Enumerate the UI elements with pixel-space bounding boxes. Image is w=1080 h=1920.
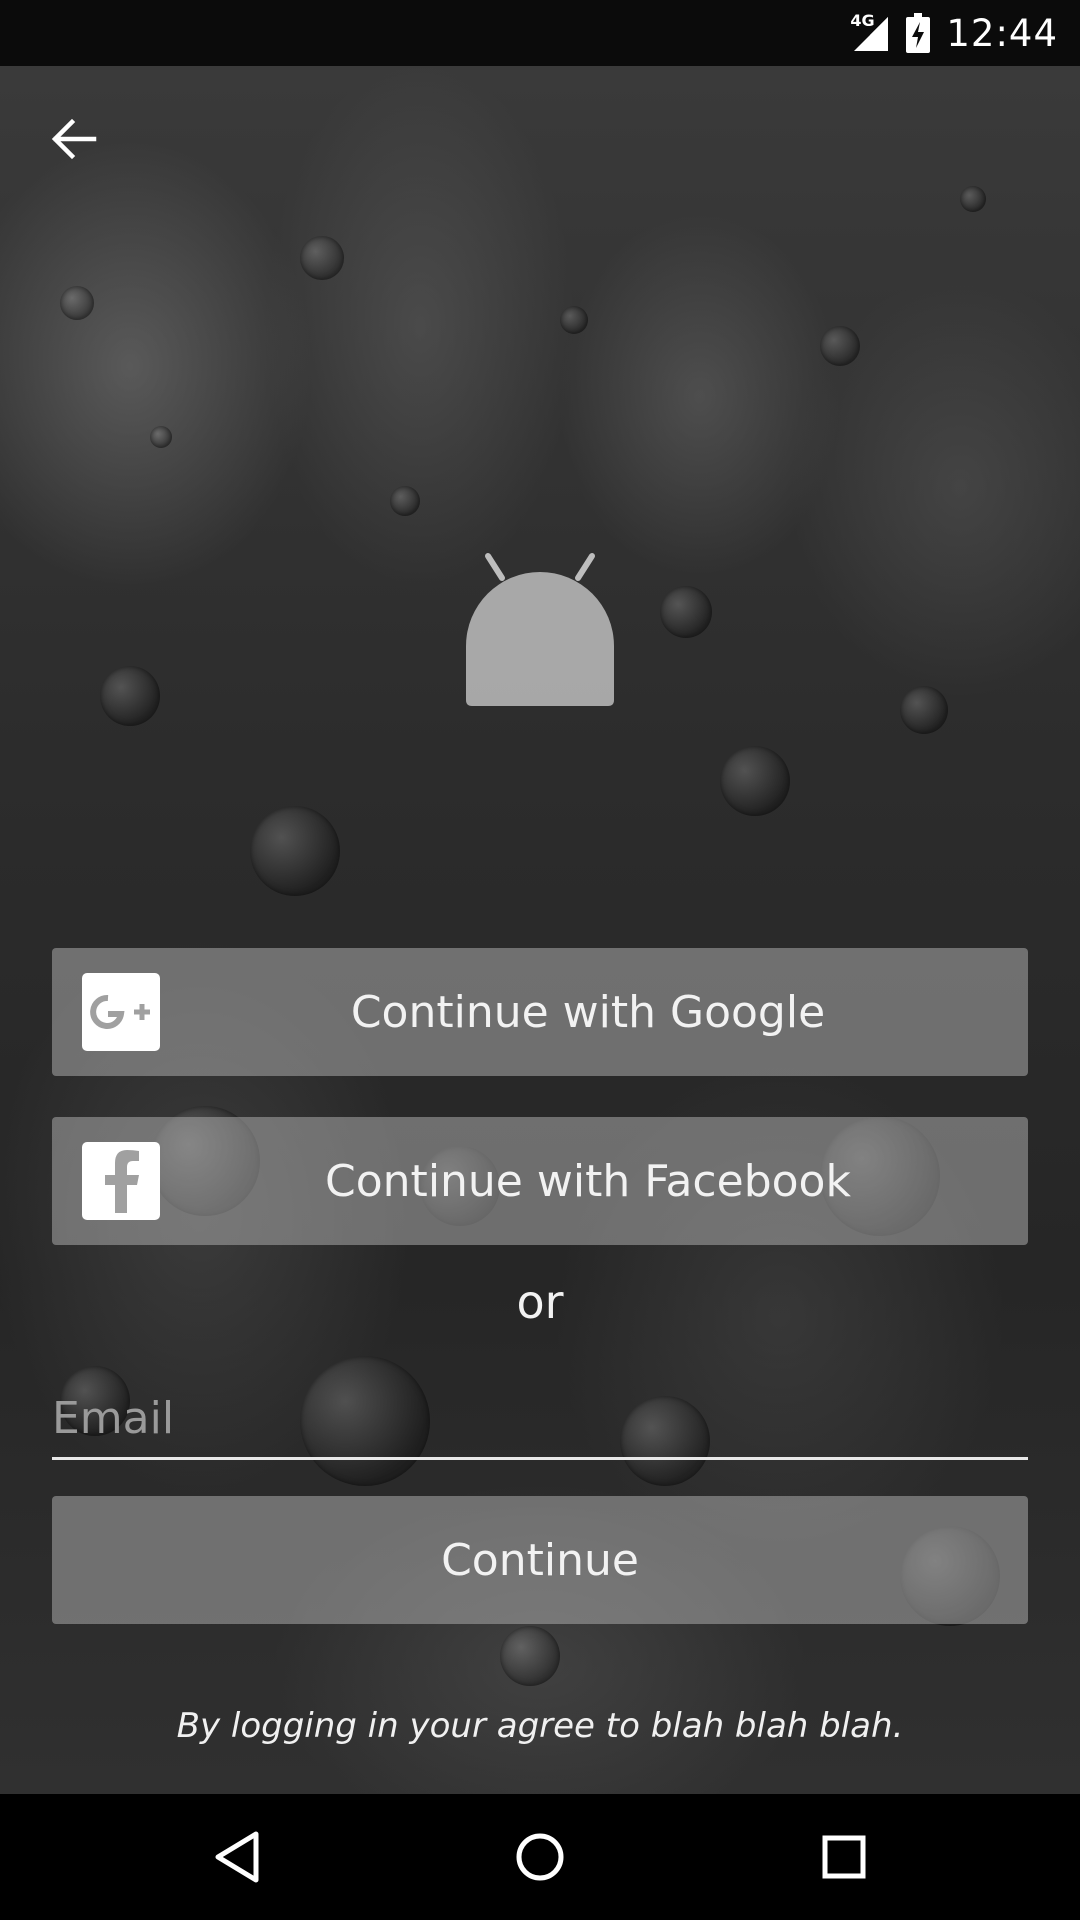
square-recents-icon: [822, 1835, 866, 1879]
nav-back-button[interactable]: [202, 1822, 272, 1892]
battery-charging-icon: [906, 13, 931, 53]
google-plus-icon: [82, 973, 160, 1051]
status-bar: 4G 12:44: [0, 0, 1080, 66]
google-signin-button[interactable]: Continue with Google: [52, 948, 1028, 1076]
google-button-label: Continue with Google: [350, 986, 826, 1038]
or-divider-text: or: [516, 1275, 564, 1329]
nav-home-button[interactable]: [505, 1822, 575, 1892]
navigation-bar: [0, 1794, 1080, 1920]
arrow-left-icon: [51, 118, 97, 160]
facebook-icon: [82, 1142, 160, 1220]
triangle-back-icon: [215, 1831, 259, 1883]
circle-home-icon: [516, 1833, 564, 1881]
terms-text: By logging in your agree to blah blah bl…: [176, 1706, 904, 1746]
status-icons: 4G 12:44: [850, 8, 1058, 58]
status-time: 12:44: [946, 11, 1058, 55]
facebook-button-label: Continue with Facebook: [325, 1155, 851, 1207]
android-logo-icon: [460, 548, 620, 708]
nav-recents-button[interactable]: [809, 1822, 879, 1892]
facebook-signin-button[interactable]: Continue with Facebook: [52, 1117, 1028, 1245]
back-button[interactable]: [40, 106, 106, 172]
email-field[interactable]: [52, 1380, 1028, 1460]
login-screen: 4G 12:44 Continue with Google Continue w…: [0, 0, 1080, 1920]
continue-button-label: Continue: [441, 1534, 639, 1586]
signal-icon: 4G: [850, 11, 890, 53]
continue-button[interactable]: Continue: [52, 1496, 1028, 1624]
